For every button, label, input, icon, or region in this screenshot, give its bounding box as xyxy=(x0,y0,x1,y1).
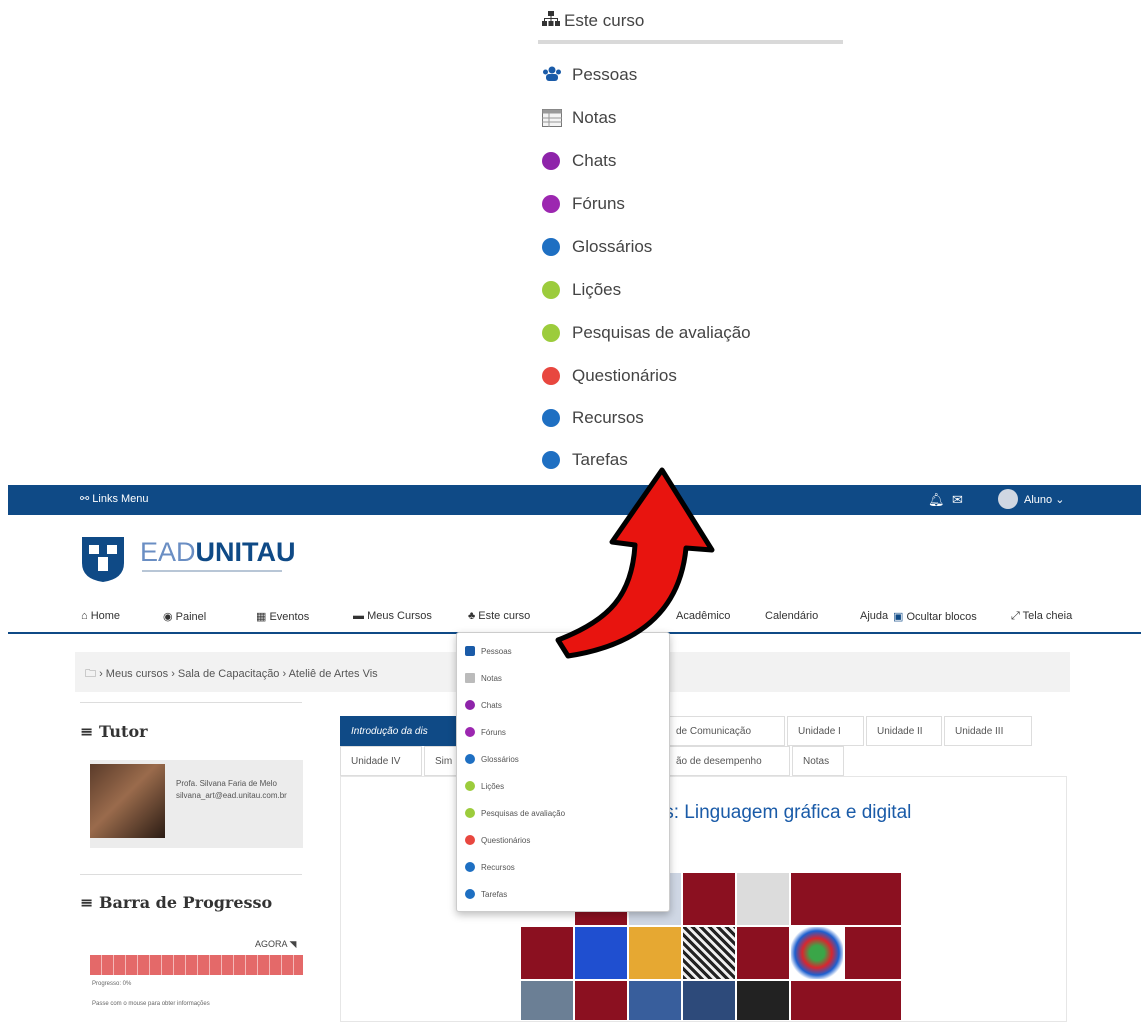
menu-divider xyxy=(538,40,843,44)
tab-unidade-i[interactable]: Unidade I xyxy=(787,716,864,746)
menu-item-notas[interactable]: Notas xyxy=(542,105,842,135)
courses-icon: ▬ xyxy=(353,610,368,622)
dashboard-icon: ◉ xyxy=(163,611,176,623)
tab-comunicacao[interactable]: de Comunicação xyxy=(665,716,785,746)
forum-icon xyxy=(542,195,560,213)
progress-hint: Passe com o mouse para obter informações xyxy=(92,1001,210,1007)
nav-painel[interactable]: ◉ Painel xyxy=(163,610,206,623)
menu-item-chats[interactable]: Chats xyxy=(542,148,842,178)
user-menu[interactable]: Aluno ⌄ xyxy=(1024,493,1064,506)
progress-label: Progresso: 0% xyxy=(92,981,132,987)
quiz-icon xyxy=(542,367,560,385)
hamburger-icon[interactable]: ≡ xyxy=(80,893,99,912)
tab-unidade-iv[interactable]: Unidade IV xyxy=(340,746,422,776)
dropdown-item-licoes[interactable]: Lições xyxy=(465,776,655,796)
tutor-card: Profa. Silvana Faria de Melo silvana_art… xyxy=(90,760,303,848)
tab-introducao[interactable]: Introdução da dis xyxy=(340,716,460,746)
lesson-icon xyxy=(542,281,560,299)
nav-tela-cheia[interactable]: ⤢ Tela cheia xyxy=(1011,610,1072,623)
nav-ocultar-blocos[interactable]: ▣ Ocultar blocos xyxy=(893,610,977,623)
dropdown-item-chats[interactable]: Chats xyxy=(465,695,655,715)
zoom-menu-header[interactable]: Este curso xyxy=(538,8,843,36)
home-icon: ⌂ xyxy=(81,610,91,622)
folder-icon[interactable]: 🗀 xyxy=(85,668,96,680)
menu-item-pesquisas[interactable]: Pesquisas de avaliação xyxy=(542,320,842,350)
tutor-block-title: ≡ Tutor xyxy=(80,722,148,741)
menu-item-questionarios[interactable]: Questionários xyxy=(542,363,842,393)
survey-icon xyxy=(542,324,560,342)
forum-icon xyxy=(465,727,475,737)
survey-icon xyxy=(465,808,475,818)
assignment-icon xyxy=(465,889,475,899)
resource-icon xyxy=(542,409,560,427)
nav-ajuda[interactable]: Ajuda xyxy=(860,610,888,622)
glossary-icon xyxy=(542,238,560,256)
calendar-icon: ▦ xyxy=(256,611,270,623)
block-divider xyxy=(80,874,302,875)
menu-item-foruns[interactable]: Fóruns xyxy=(542,191,842,221)
hide-blocks-icon: ▣ xyxy=(893,611,907,623)
chat-icon xyxy=(465,700,475,710)
nav-eventos[interactable]: ▦ Eventos xyxy=(256,610,309,623)
dropdown-item-pesquisas[interactable]: Pesquisas de avaliação xyxy=(465,803,655,823)
fullscreen-icon: ⤢ xyxy=(1011,610,1023,622)
sitemap-icon: ♣ xyxy=(468,610,479,622)
notifications-bell-icon[interactable]: 🔔︎ xyxy=(928,492,945,508)
tab-unidade-iii[interactable]: Unidade III xyxy=(944,716,1032,746)
logo-tagline xyxy=(142,570,282,572)
sitemap-icon xyxy=(542,11,560,32)
tab-notas[interactable]: Notas xyxy=(792,746,844,776)
dropdown-item-recursos[interactable]: Recursos xyxy=(465,857,655,877)
nav-calendario[interactable]: Calendário xyxy=(765,610,818,622)
tutor-email[interactable]: silvana_art@ead.unitau.com.br xyxy=(176,790,296,802)
tutor-photo xyxy=(90,764,165,838)
zoom-menu-header-label: Este curso xyxy=(564,11,645,30)
course-title: is: Linguagem gráfica e digital xyxy=(660,802,912,823)
chat-icon xyxy=(542,152,560,170)
progress-block-title: ≡ Barra de Progresso xyxy=(80,893,273,912)
tutor-name: Profa. Silvana Faria de Melo xyxy=(176,779,277,788)
people-icon xyxy=(543,66,561,81)
red-arrow-annotation-icon xyxy=(555,467,715,659)
grades-table-icon xyxy=(465,673,475,683)
link-icon: ⚯ xyxy=(80,493,93,505)
menu-item-pessoas[interactable]: Pessoas xyxy=(542,62,842,92)
nav-meus-cursos[interactable]: ▬ Meus Cursos xyxy=(353,610,432,622)
dropdown-item-tarefas[interactable]: Tarefas xyxy=(465,884,655,904)
menu-item-licoes[interactable]: Lições xyxy=(542,277,842,307)
quiz-icon xyxy=(465,835,475,845)
este-curso-dropdown: Pessoas Notas Chats Fóruns Glossários Li… xyxy=(456,632,670,912)
dropdown-item-questionarios[interactable]: Questionários xyxy=(465,830,655,850)
unitau-logo-icon xyxy=(82,537,124,582)
progress-bar-block: AGORA ◥ Progresso: 0% Passe com o mouse … xyxy=(90,935,303,1025)
hamburger-icon[interactable]: ≡ xyxy=(80,722,99,741)
grades-table-icon xyxy=(542,109,562,127)
people-icon xyxy=(465,646,475,656)
nav-este-curso[interactable]: ♣ Este curso xyxy=(468,610,530,622)
tab-unidade-ii[interactable]: Unidade II xyxy=(866,716,942,746)
menu-item-glossarios[interactable]: Glossários xyxy=(542,234,842,264)
tab-avaliacao-desempenho[interactable]: ão de desempenho xyxy=(665,746,790,776)
menu-item-recursos[interactable]: Recursos xyxy=(542,405,842,435)
breadcrumb-trail[interactable]: › Meus cursos › Sala de Capacitação › At… xyxy=(99,668,378,680)
progress-bar[interactable] xyxy=(90,955,303,975)
messages-icon[interactable]: ✉ xyxy=(952,492,963,508)
zoomed-course-menu: Este curso Pessoas Notas Chats Fóruns Gl… xyxy=(538,0,843,480)
tab-simulado[interactable]: Sim xyxy=(424,746,460,776)
user-avatar[interactable] xyxy=(998,489,1018,509)
glossary-icon xyxy=(465,754,475,764)
lesson-icon xyxy=(465,781,475,791)
resource-icon xyxy=(465,862,475,872)
now-marker: AGORA ◥ xyxy=(255,939,297,949)
nav-home[interactable]: ⌂ Home xyxy=(81,610,120,622)
dropdown-item-glossarios[interactable]: Glossários xyxy=(465,749,655,769)
dropdown-item-notas[interactable]: Notas xyxy=(465,668,655,688)
dropdown-item-foruns[interactable]: Fóruns xyxy=(465,722,655,742)
links-menu[interactable]: ⚯ Links Menu xyxy=(80,492,149,505)
site-logo[interactable]: EADUNITAU xyxy=(140,537,296,568)
block-divider xyxy=(80,702,302,703)
left-sidebar: ≡ Tutor Profa. Silvana Faria de Melo sil… xyxy=(80,700,305,1020)
